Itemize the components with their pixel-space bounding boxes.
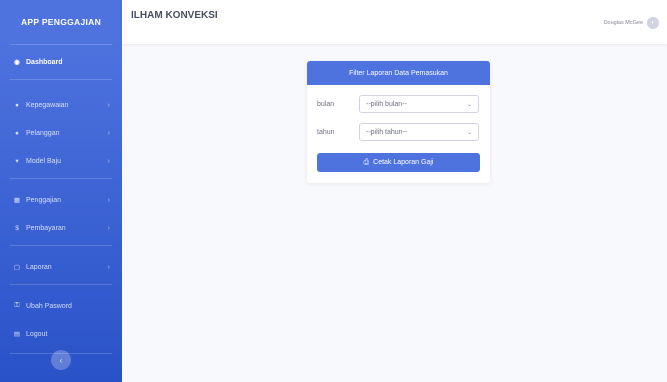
- table-icon: ▦: [13, 197, 21, 204]
- chevron-right-icon: ›: [107, 101, 110, 109]
- sidebar-item-model-baju[interactable]: ▾ Model Baju ›: [0, 148, 122, 174]
- sidebar-item-dashboard[interactable]: ◉ Dashboard: [0, 49, 122, 75]
- sidebar-item-label: Penggajian: [26, 196, 62, 204]
- shirt-icon: ▾: [15, 158, 19, 165]
- tahun-select[interactable]: --pilih tahun-- ⌄: [359, 123, 479, 141]
- sidebar-brand[interactable]: APP PENGGAJIAN: [0, 0, 122, 44]
- sidebar-item-penggajian[interactable]: ▦ Penggajian ›: [0, 187, 122, 213]
- sidebar-item-label: Dashboard: [26, 58, 63, 66]
- chevron-down-icon: ⌄: [466, 129, 472, 136]
- tahun-row: tahun --pilih tahun-- ⌄: [317, 123, 479, 141]
- sidebar-item-label: Model Baju: [26, 157, 62, 165]
- logout-icon: ▤: [13, 331, 21, 338]
- bulan-select-value: --pilih bulan--: [366, 100, 407, 108]
- print-icon: ⎙: [363, 158, 370, 166]
- app-name: ILHAM KONVEKSI: [131, 10, 218, 21]
- sidebar-item-label: Laporan: [26, 263, 52, 271]
- print-report-label: Cetak Laporan Gaji: [373, 159, 434, 166]
- sidebar-divider: [10, 178, 112, 179]
- sidebar-item-kepegawaian[interactable]: ● Kepegawaian ›: [0, 92, 122, 118]
- print-report-button[interactable]: ⎙ Cetak Laporan Gaji: [317, 153, 480, 172]
- tachometer-icon: ◉: [14, 59, 20, 66]
- sidebar-item-laporan[interactable]: ▢ Laporan ›: [0, 254, 122, 280]
- sidebar-item-pelanggan[interactable]: ● Pelanggan ›: [0, 120, 122, 146]
- topbar: ILHAM KONVEKSI Douglas McGee ◐: [122, 0, 667, 44]
- tahun-label: tahun: [317, 128, 335, 136]
- sidebar-divider: [10, 79, 112, 80]
- avatar: ◐: [647, 17, 659, 29]
- chevron-down-icon: ⌄: [466, 101, 472, 108]
- sidebar-divider: [10, 245, 112, 246]
- sidebar-item-label: Kepegawaian: [26, 101, 69, 109]
- filter-card: Filter Laporan Data Pemasukan bulan --pi…: [307, 61, 490, 183]
- chevron-right-icon: ›: [107, 224, 110, 232]
- card-title: Filter Laporan Data Pemasukan: [307, 61, 490, 85]
- sidebar-divider: [10, 44, 112, 45]
- sidebar-item-label: Pembayaran: [26, 224, 66, 232]
- user-icon: ●: [15, 101, 19, 109]
- dollar-icon: $: [15, 224, 19, 232]
- chevron-left-icon: ‹: [59, 355, 63, 365]
- key-icon: ⚿: [14, 302, 20, 309]
- sidebar-item-ubah-pasword[interactable]: ⚿ Ubah Pasword: [0, 293, 122, 319]
- sidebar: APP PENGGAJIAN ◉ Dashboard ● Kepegawaian…: [0, 0, 122, 382]
- tahun-select-value: --pilih tahun--: [366, 128, 408, 136]
- chevron-right-icon: ›: [107, 157, 110, 165]
- file-icon: ▢: [13, 264, 21, 271]
- user-menu[interactable]: Douglas McGee ◐: [604, 17, 659, 29]
- sidebar-item-label: Pelanggan: [26, 129, 60, 137]
- sidebar-item-logout[interactable]: ▤ Logout: [0, 321, 122, 347]
- chevron-right-icon: ›: [107, 196, 110, 204]
- sidebar-item-label: Logout: [26, 330, 48, 338]
- sidebar-divider: [10, 284, 112, 285]
- user-name: Douglas McGee: [603, 20, 643, 26]
- bulan-select[interactable]: --pilih bulan-- ⌄: [359, 95, 479, 113]
- sidebar-toggle-button[interactable]: ‹: [51, 350, 71, 370]
- users-icon: ●: [15, 129, 19, 137]
- chevron-right-icon: ›: [107, 263, 110, 271]
- chevron-right-icon: ›: [107, 129, 110, 137]
- sidebar-item-label: Ubah Pasword: [26, 302, 72, 310]
- sidebar-item-pembayaran[interactable]: $ Pembayaran ›: [0, 215, 122, 241]
- bulan-row: bulan --pilih bulan-- ⌄: [317, 95, 479, 113]
- bulan-label: bulan: [317, 100, 335, 108]
